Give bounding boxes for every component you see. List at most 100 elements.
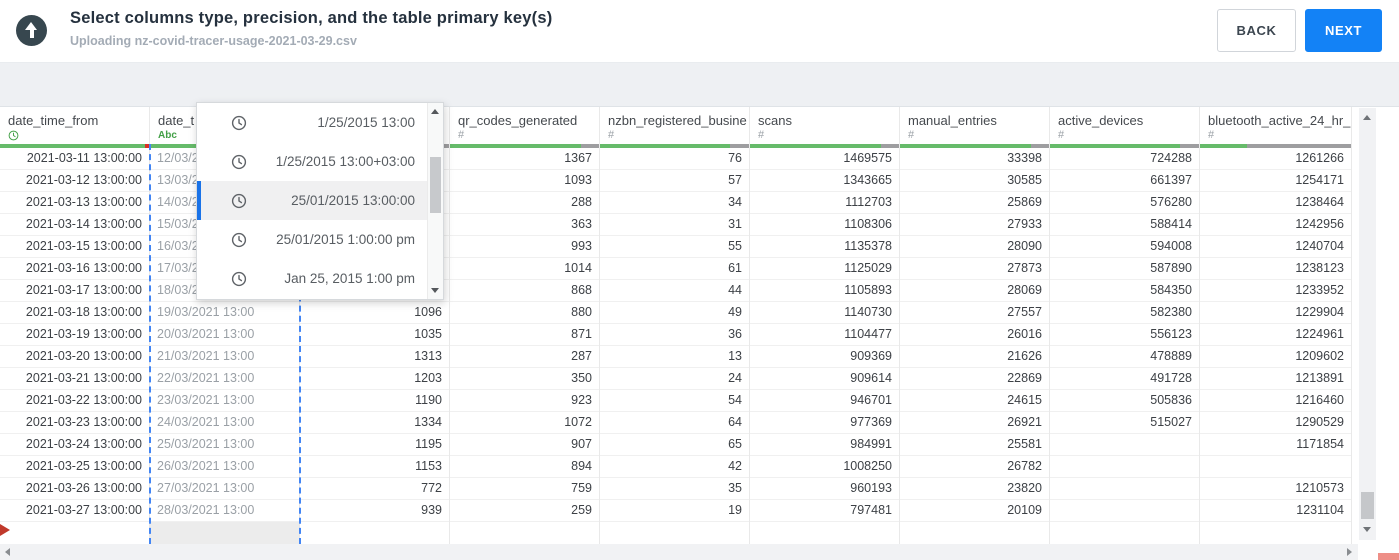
table-cell: 2021-03-23 13:00:00 bbox=[0, 412, 149, 434]
table-cell: 1213891 bbox=[1200, 368, 1351, 390]
table-cell: 34 bbox=[600, 192, 749, 214]
back-button[interactable]: BACK bbox=[1217, 9, 1296, 52]
table-cell: 27/03/2021 13:00 bbox=[150, 478, 299, 500]
vertical-scrollbar[interactable] bbox=[1359, 108, 1376, 540]
table-cell: 28/03/2021 13:00 bbox=[150, 500, 299, 522]
table-cell: 2021-03-20 13:00:00 bbox=[0, 346, 149, 368]
next-button[interactable]: NEXT bbox=[1305, 9, 1382, 52]
table-cell: 2021-03-22 13:00:00 bbox=[0, 390, 149, 412]
table-cell: 25869 bbox=[900, 192, 1049, 214]
dropdown-option-label: 25/01/2015 1:00:00 pm bbox=[276, 232, 415, 247]
table-cell: 588414 bbox=[1050, 214, 1199, 236]
table-cell: 55 bbox=[600, 236, 749, 258]
column-nzbn_registered_busine[interactable]: nzbn_registered_busine #76 57 34 31 55 61 44 49 3… bbox=[600, 107, 750, 544]
table-cell: 772 bbox=[300, 478, 449, 500]
table-cell: 2021-03-27 13:00:00 bbox=[0, 500, 149, 522]
clock-icon bbox=[231, 271, 247, 287]
horizontal-scrollbar[interactable] bbox=[0, 544, 1358, 560]
table-cell: 909369 bbox=[750, 346, 899, 368]
table-cell: 907 bbox=[450, 434, 599, 456]
table-cell: 2021-03-24 13:00:00 bbox=[0, 434, 149, 456]
table-cell: 724288 bbox=[1050, 148, 1199, 170]
table-cell: 49 bbox=[600, 302, 749, 324]
dropdown-option-label: 1/25/2015 13:00 bbox=[317, 115, 415, 130]
table-cell: 1343665 bbox=[750, 170, 899, 192]
table-cell: 28090 bbox=[900, 236, 1049, 258]
table-cell: 1290529 bbox=[1200, 412, 1351, 434]
scroll-up-arrow-icon[interactable] bbox=[1363, 115, 1371, 120]
table-cell: 478889 bbox=[1050, 346, 1199, 368]
table-cell: 909614 bbox=[750, 368, 899, 390]
table-cell bbox=[1050, 456, 1199, 478]
column-header-label: nzbn_registered_busine bbox=[608, 113, 747, 128]
corner-red-strip bbox=[1378, 553, 1399, 560]
upload-status-text: Uploading nz-covid-tracer-usage-2021-03-… bbox=[70, 34, 357, 48]
table-cell: 1240704 bbox=[1200, 236, 1351, 258]
table-cell: 26921 bbox=[900, 412, 1049, 434]
dropdown-option[interactable]: Jan 25, 2015 1:00 pm bbox=[197, 259, 427, 298]
table-cell: 939 bbox=[300, 500, 449, 522]
empty-cell bbox=[1050, 522, 1199, 544]
column-bluetooth_active_24_hr_[interactable]: bluetooth_active_24_hr_ #1261266 1254171 12… bbox=[1200, 107, 1352, 544]
dropdown-option-label: 1/25/2015 13:00+03:00 bbox=[275, 154, 415, 169]
table-cell: 21/03/2021 13:00 bbox=[150, 346, 299, 368]
dropdown-scroll-up-icon[interactable] bbox=[431, 109, 439, 114]
table-cell: 36 bbox=[600, 324, 749, 346]
dropdown-option[interactable]: 1/25/2015 13:00 bbox=[197, 103, 427, 142]
scroll-down-arrow-icon[interactable] bbox=[1363, 527, 1371, 532]
column-manual_entries[interactable]: manual_entries #33398 30585 25869 27933 28090… bbox=[900, 107, 1050, 544]
table-cell: 587890 bbox=[1050, 258, 1199, 280]
dropdown-scrollbar-thumb[interactable] bbox=[430, 157, 441, 213]
empty-cell bbox=[150, 522, 299, 544]
table-cell: 287 bbox=[450, 346, 599, 368]
scroll-right-arrow-icon[interactable] bbox=[1347, 548, 1352, 556]
clock-icon bbox=[231, 154, 247, 170]
column-active_devices[interactable]: active_devices #724288 661397 576280 588414 5… bbox=[1050, 107, 1200, 544]
table-cell: 54 bbox=[600, 390, 749, 412]
table-cell: 27873 bbox=[900, 258, 1049, 280]
table-cell: 1238123 bbox=[1200, 258, 1351, 280]
table-cell: 1096 bbox=[300, 302, 449, 324]
table-cell: 1104477 bbox=[750, 324, 899, 346]
table-cell: 30585 bbox=[900, 170, 1049, 192]
table-cell: 2021-03-25 13:00:00 bbox=[0, 456, 149, 478]
vertical-scrollbar-thumb[interactable] bbox=[1361, 492, 1374, 519]
table-cell: 26016 bbox=[900, 324, 1049, 346]
table-cell: 24 bbox=[600, 368, 749, 390]
table-cell: 1209602 bbox=[1200, 346, 1351, 368]
column-date_time_from[interactable]: date_time_from 2021-03-11 13:00:00 2021-03… bbox=[0, 107, 150, 544]
table-cell bbox=[1050, 500, 1199, 522]
dropdown-option[interactable]: 25/01/2015 13:00:00 bbox=[197, 181, 427, 220]
table-cell: 27933 bbox=[900, 214, 1049, 236]
table-cell: 1195 bbox=[300, 434, 449, 456]
dropdown-option[interactable]: 1/25/2015 13:00+03:00 bbox=[197, 142, 427, 181]
column-scans[interactable]: scans #1469575 1343665 1112703 1108306 113537… bbox=[750, 107, 900, 544]
table-cell: 26782 bbox=[900, 456, 1049, 478]
table-cell: 23/03/2021 13:00 bbox=[150, 390, 299, 412]
table-cell: 491728 bbox=[1050, 368, 1199, 390]
column-qr_codes_generated[interactable]: qr_codes_generated #1367 1093 288 363 993 1014… bbox=[450, 107, 600, 544]
table-cell: 2021-03-13 13:00:00 bbox=[0, 192, 149, 214]
table-cell: 1203 bbox=[300, 368, 449, 390]
table-cell: 1093 bbox=[450, 170, 599, 192]
scroll-left-arrow-icon[interactable] bbox=[5, 548, 10, 556]
number-type-indicator: # bbox=[1208, 129, 1215, 141]
table-cell: 894 bbox=[450, 456, 599, 478]
dropdown-scrollbar[interactable] bbox=[427, 103, 443, 299]
table-cell: 1313 bbox=[300, 346, 449, 368]
upload-cloud-icon bbox=[16, 15, 47, 46]
table-cell: 42 bbox=[600, 456, 749, 478]
empty-cell bbox=[0, 522, 149, 544]
table-cell: 1233952 bbox=[1200, 280, 1351, 302]
table-cell: 350 bbox=[450, 368, 599, 390]
dropdown-option[interactable]: 25/01/2015 1:00:00 pm bbox=[197, 220, 427, 259]
dropdown-scroll-down-icon[interactable] bbox=[431, 288, 439, 293]
table-cell: 1254171 bbox=[1200, 170, 1351, 192]
table-cell: 31 bbox=[600, 214, 749, 236]
table-cell: 25581 bbox=[900, 434, 1049, 456]
number-type-indicator: # bbox=[1058, 129, 1065, 141]
table-cell: 288 bbox=[450, 192, 599, 214]
table-cell: 20109 bbox=[900, 500, 1049, 522]
table-cell: 1190 bbox=[300, 390, 449, 412]
table-cell: 363 bbox=[450, 214, 599, 236]
